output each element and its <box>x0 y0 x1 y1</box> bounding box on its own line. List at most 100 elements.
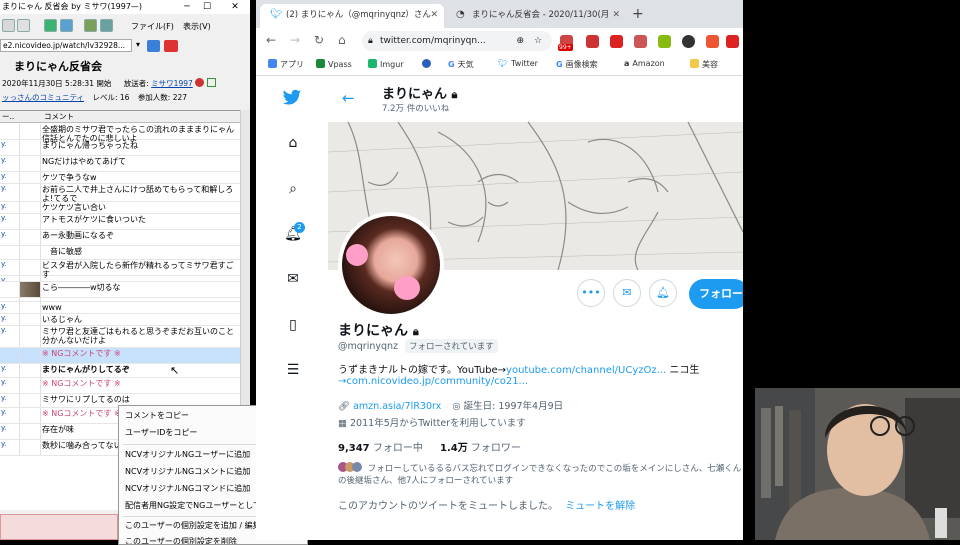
comment-row[interactable]: y. まりにゃん帰っちゃったね <box>0 140 240 156</box>
home-icon[interactable]: ⌂ <box>338 33 346 47</box>
extension-icon[interactable] <box>658 35 671 48</box>
comment-row[interactable]: y. ミサワ君と友達ごはもれると思うぞまだお互いのこと分かんないだけよ <box>0 326 240 348</box>
community-link[interactable]: ッっさんのコミュニティ <box>2 93 84 102</box>
broadcaster-link[interactable]: ミサワ1997 <box>151 79 193 88</box>
minimize-icon[interactable]: ─ <box>178 0 196 14</box>
profile-avatar[interactable] <box>338 212 444 318</box>
tool-icon[interactable] <box>44 19 57 32</box>
user-id-cell[interactable]: y. <box>0 276 18 281</box>
comment-row[interactable]: y. ケツケツ言い合い <box>0 202 240 214</box>
following-link[interactable]: 9,347 フォロー中 <box>338 443 423 454</box>
user-id-cell[interactable]: y. <box>0 172 18 183</box>
user-id-cell[interactable]: y. <box>0 230 18 245</box>
twitter-logo-icon[interactable] <box>282 89 302 112</box>
comment-row[interactable]: y. いるじゃん <box>0 314 240 326</box>
connect-button[interactable] <box>147 40 160 52</box>
user-id-cell[interactable]: y. <box>0 408 18 423</box>
menu-view[interactable]: 表示(V) <box>183 21 211 32</box>
comment-row[interactable]: y. あー永動画になるぞ <box>0 230 240 246</box>
user-id-cell[interactable]: y. <box>0 214 18 229</box>
tool-icon[interactable] <box>2 19 15 32</box>
menu-delete-settings[interactable]: このユーザーの個別設定を削除 <box>125 536 237 544</box>
comment-row[interactable]: y. アトモスがケツに食いついた <box>0 214 240 230</box>
menu-broadcaster-ng[interactable]: 配信者用NG設定でNGユーザーとして登録 <box>125 500 277 511</box>
message-icon[interactable]: ✉ <box>613 279 641 307</box>
extension-icon[interactable] <box>586 35 599 48</box>
forward-icon[interactable]: → <box>290 33 300 47</box>
bookmark-item[interactable]: 🐦︎ Twitter <box>498 59 538 68</box>
known-followers[interactable]: フォローしているるるバス忘れてログインできなくなったのでこの垢をメインにしさん、… <box>338 462 743 487</box>
bookmark-item[interactable]: a Amazon <box>624 59 665 68</box>
disconnect-button[interactable] <box>164 40 178 52</box>
calendar-icon[interactable] <box>206 78 216 87</box>
youtube-extension-icon[interactable] <box>610 35 623 48</box>
menu-ng-comment[interactable]: NCVオリジナルNGコメントに追加 <box>125 466 250 477</box>
tab-twitter[interactable]: 🐦︎ (2) まりにゃん（@mqrinyqnz）さん ✕ <box>260 4 444 28</box>
user-id-cell[interactable] <box>0 298 18 301</box>
user-id-cell[interactable]: y. <box>0 326 18 347</box>
comment-row[interactable]: y. まりにゃんがりしてるぞ <box>0 364 240 378</box>
menu-user-settings[interactable]: このユーザーの個別設定を追加 / 編集する <box>125 520 277 531</box>
user-id-cell[interactable]: y. <box>0 364 18 377</box>
comment-row[interactable]: 音に敏感 <box>0 246 240 260</box>
zoom-icon[interactable]: ⊕ <box>516 31 524 51</box>
user-id-cell[interactable]: y. <box>0 302 18 313</box>
unmute-link[interactable]: ミュートを解除 <box>565 501 635 512</box>
website-link[interactable]: amzn.asia/7lR30rx <box>353 401 441 412</box>
messages-icon[interactable]: ✉ <box>284 271 302 289</box>
user-id-cell[interactable] <box>0 246 18 259</box>
comment-row[interactable]: y. www <box>0 302 240 314</box>
extension-icon[interactable] <box>634 35 647 48</box>
tool-icon[interactable] <box>60 19 73 32</box>
comment-input[interactable] <box>0 514 118 540</box>
extension-icon[interactable] <box>706 35 719 48</box>
dropdown-icon[interactable]: ▾ <box>136 40 140 49</box>
bookmark-item[interactable]: アプリ <box>268 59 304 70</box>
back-icon[interactable]: ← <box>266 33 276 47</box>
extension-icon[interactable] <box>682 35 695 48</box>
user-id-cell[interactable]: y. <box>0 202 18 213</box>
back-arrow-icon[interactable]: ← <box>342 89 355 107</box>
comment-row[interactable]: y. お前ら二人で井上さんにけつ舐めてもらって和解しろよ!てるで <box>0 184 240 203</box>
user-id-cell[interactable]: y. <box>0 440 18 455</box>
column-comment[interactable]: コメント <box>44 111 74 123</box>
reload-icon[interactable]: ↻ <box>314 33 324 47</box>
menu-copy-comment[interactable]: コメントをコピー <box>125 410 189 421</box>
bookmark-item[interactable]: Imgur <box>368 59 404 69</box>
bio-nico-link[interactable]: →com.nicovideo.jp/community/co21... <box>338 376 528 387</box>
comment-row[interactable]: y. ビスタ君が入院したら新作が精れるってミサワ君すごす <box>0 260 240 279</box>
bookmark-item[interactable]: G 天気 <box>448 59 474 70</box>
tool-icon[interactable] <box>100 19 113 32</box>
bio-youtube-link[interactable]: youtube.com/channel/UCyzOz... <box>506 365 666 376</box>
extension-icon[interactable] <box>726 35 739 48</box>
user-id-cell[interactable]: y. <box>0 394 18 407</box>
tab-nico[interactable]: ◔ まりにゃん反省会 - 2020/11/30(月 ✕ <box>446 4 626 28</box>
bookmark-item[interactable]: G 画像検索 <box>556 59 598 70</box>
user-id-cell[interactable] <box>0 124 18 139</box>
user-id-cell[interactable]: y. <box>0 378 18 393</box>
close-tab-icon[interactable]: ✕ <box>612 4 620 26</box>
maximize-icon[interactable]: ☐ <box>198 0 216 14</box>
menu-ng-command[interactable]: NCVオリジナルNGコマンドに追加 <box>125 483 250 494</box>
comment-row[interactable]: y. ケツで争うなw <box>0 172 240 184</box>
bookmark-item[interactable]: 美容 <box>690 59 718 70</box>
user-id-cell[interactable]: y. <box>0 424 18 439</box>
user-id-cell[interactable]: y. <box>0 314 18 325</box>
url-input[interactable]: e2.nicovideo.jp/watch/lv32928... <box>0 39 132 52</box>
lists-icon[interactable]: ☰ <box>284 362 302 380</box>
follow-button[interactable]: フォロー <box>689 279 743 309</box>
followers-link[interactable]: 1.4万 フォロワー <box>440 443 521 454</box>
user-id-cell[interactable]: y. <box>0 184 18 201</box>
new-tab-icon[interactable]: + <box>632 6 644 22</box>
bookmarks-icon[interactable]: ▯ <box>284 317 302 335</box>
user-id-cell[interactable]: y. <box>0 140 18 155</box>
comment-row[interactable]: こら――――w切るな <box>0 282 240 298</box>
user-id-cell[interactable]: y. <box>0 156 18 171</box>
home-icon[interactable]: ⌂ <box>284 135 302 153</box>
menu-file[interactable]: ファイル(F) <box>131 21 174 32</box>
more-options-icon[interactable]: ••• <box>577 279 605 307</box>
comment-row[interactable]: y. ※ NGコメントです ※ <box>0 378 240 394</box>
close-tab-icon[interactable]: ✕ <box>430 4 438 26</box>
bookmark-item[interactable] <box>422 59 434 69</box>
comment-row[interactable]: 全盛期のミサワ君でったらこの流れのまままりにゃん信話とんでたのに悲しいよ <box>0 124 240 143</box>
